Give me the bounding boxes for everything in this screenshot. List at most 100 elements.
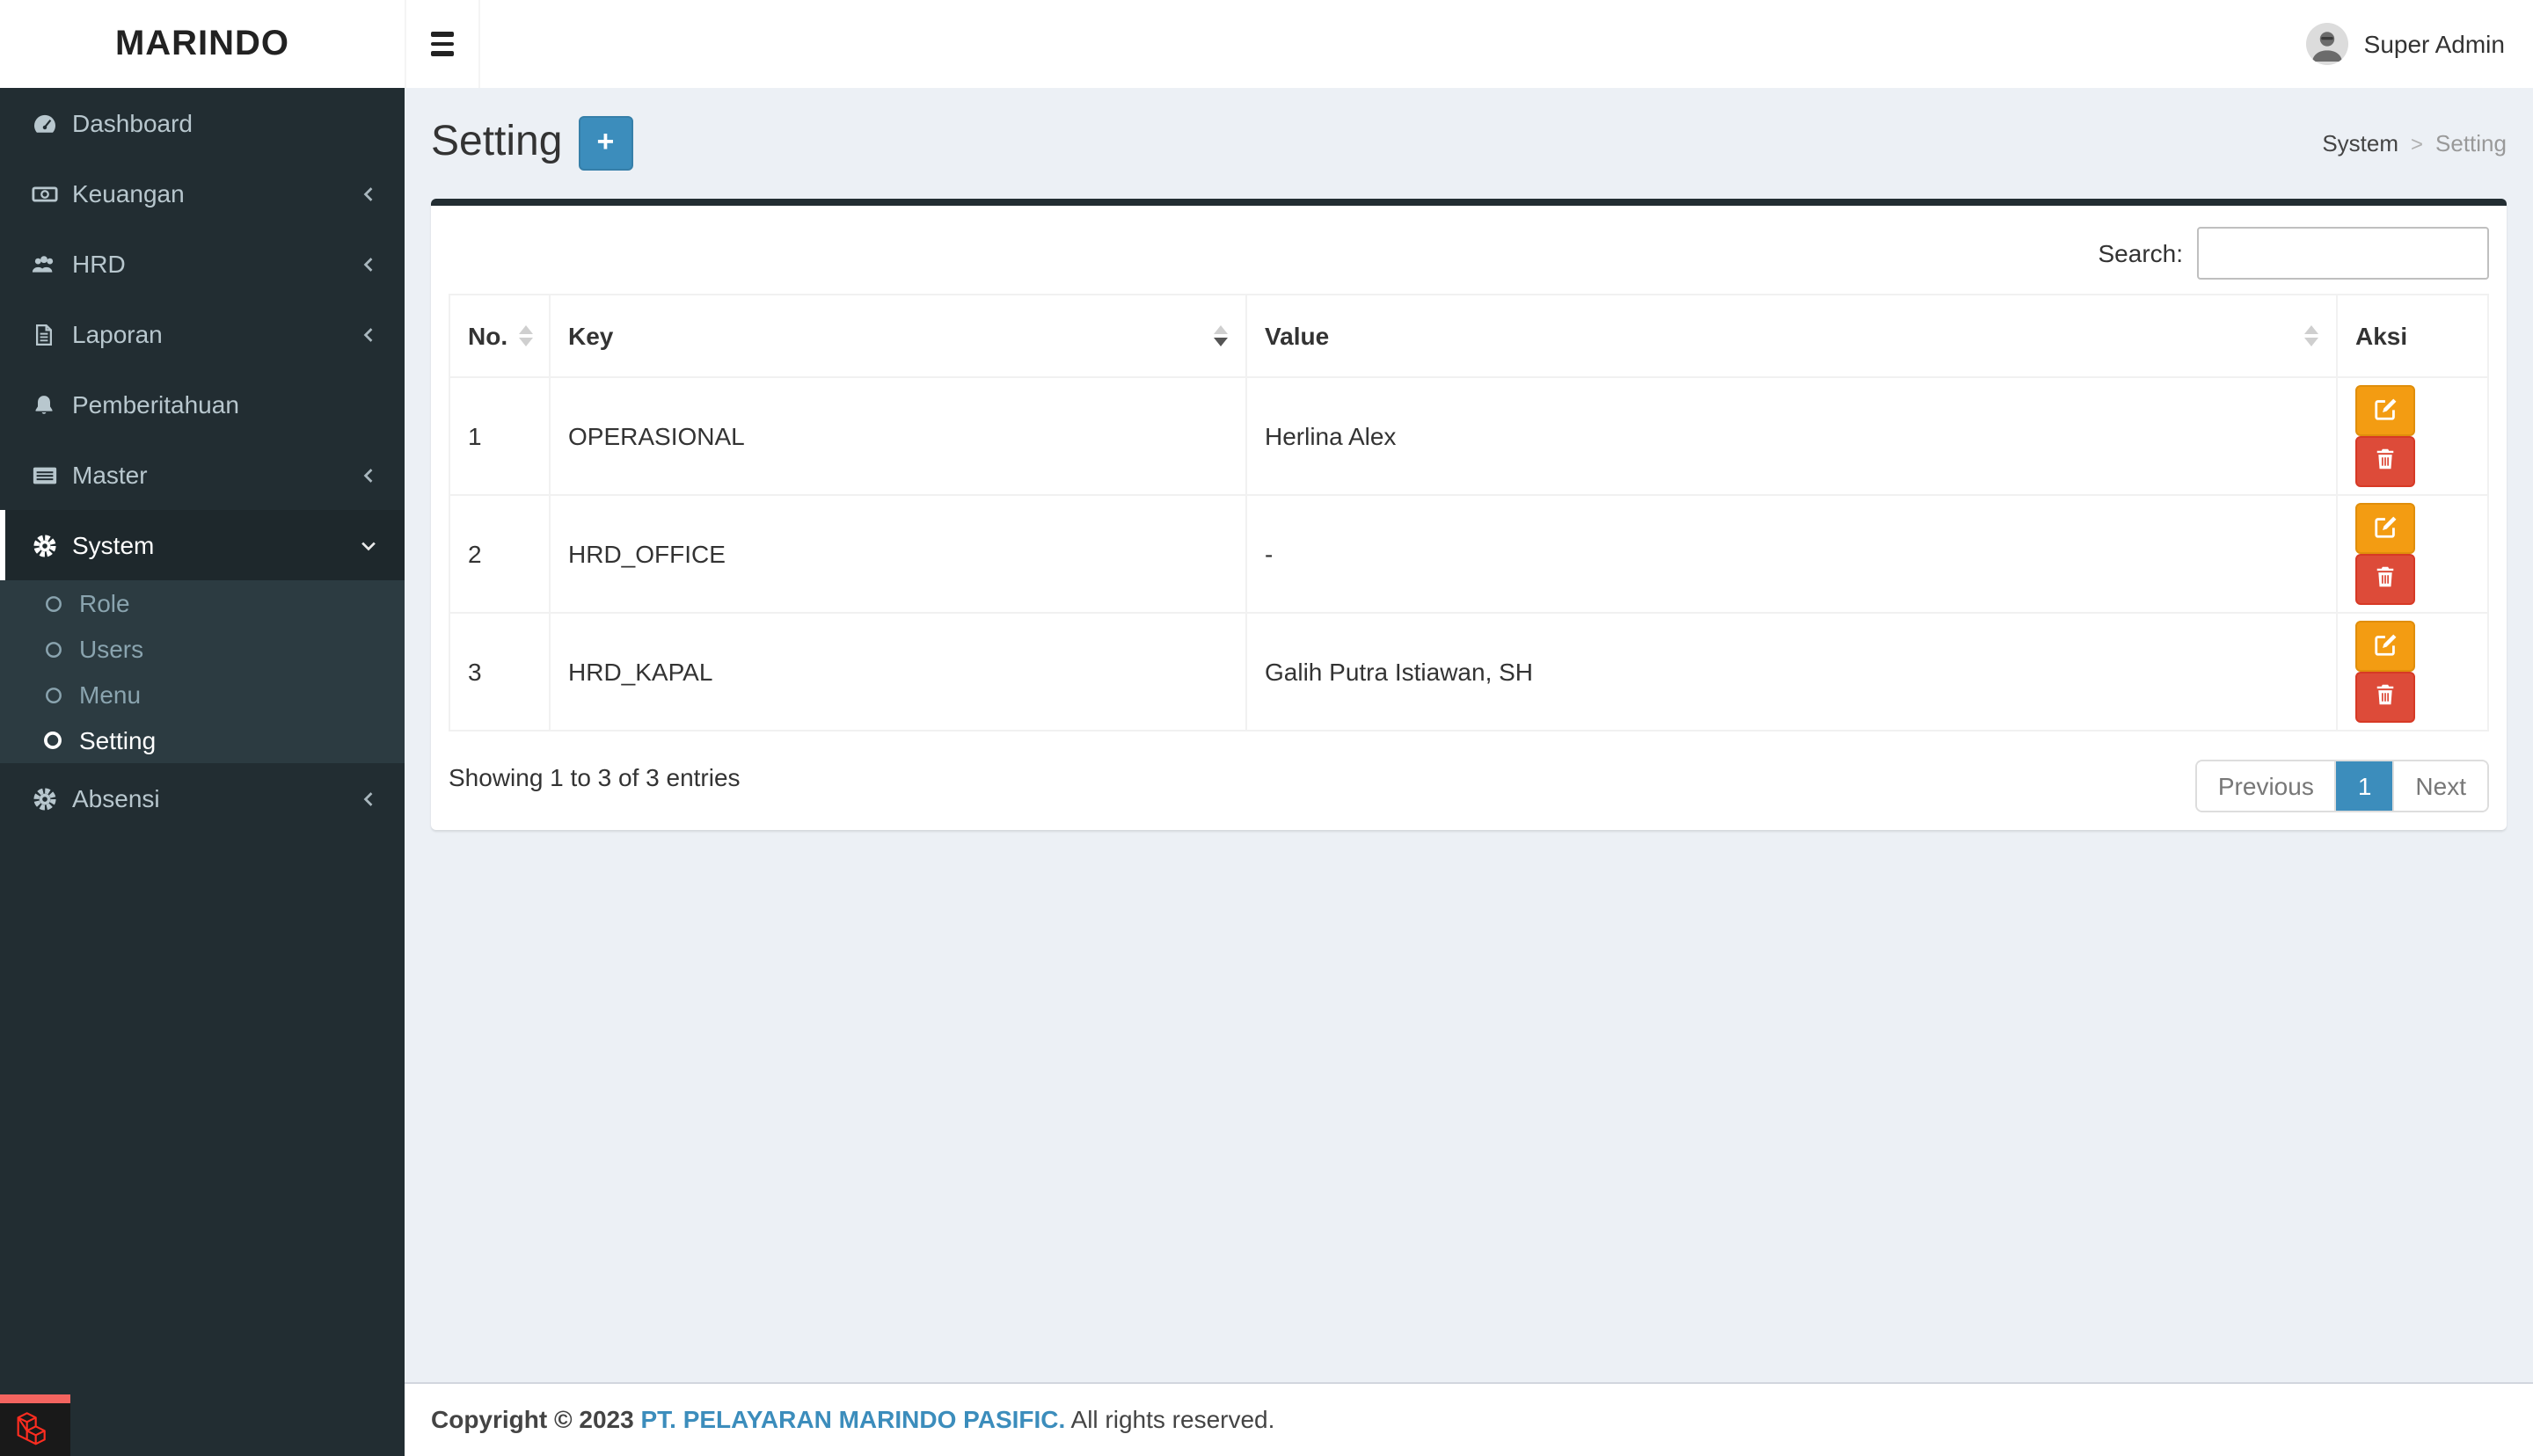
submenu-item-label: Menu [79,681,142,709]
sidebar-item-system[interactable]: System Role Users Menu Setting [0,510,405,763]
gear-icon [26,785,62,812]
chevron-left-icon [359,789,378,808]
footer-company-link[interactable]: PT. PELAYARAN MARINDO PASIFIC. [640,1405,1065,1433]
content-wrapper: Setting + System > Setting Search: No. K… [405,88,2533,1382]
submenu-item-label: Role [79,589,130,617]
cell-actions [2336,612,2489,732]
chevron-left-icon [359,184,378,203]
table-row: 3 HRD_KAPAL Galih Putra Istiawan, SH [449,612,2489,732]
cell-key: HRD_OFFICE [549,494,1247,614]
user-name: Super Admin [2363,30,2505,58]
sort-icons-desc [1203,325,1228,346]
sidebar-item-dashboard[interactable]: Dashboard [0,88,405,158]
column-header-key[interactable]: Key [549,294,1247,378]
submenu-item-label: Users [79,635,144,663]
cell-value: Herlina Alex [1245,376,2338,496]
user-menu[interactable]: Super Admin [2305,0,2505,88]
laravel-logo-icon [12,1409,47,1450]
breadcrumb-current: Setting [2435,130,2507,157]
cell-no: 3 [449,612,551,732]
tachometer-icon [26,110,62,136]
delete-button[interactable] [2355,436,2415,487]
edit-pencil-square-icon [2372,395,2398,426]
pagination-previous[interactable]: Previous [2196,761,2337,811]
main-footer: Copyright © 2023 PT. PELAYARAN MARINDO P… [405,1382,2533,1456]
content-header: Setting + System > Setting [405,88,2533,171]
sidebar-item-master[interactable]: Master [0,440,405,510]
search-label: Search: [2098,239,2184,267]
settings-box: Search: No. Key Value Aksi 1 OPERASIONAL… [431,199,2507,830]
footer-copyright: Copyright © 2023 [431,1405,634,1433]
laravel-debugbar[interactable] [0,1394,70,1456]
add-setting-button[interactable]: + [578,115,633,170]
cell-value: Galih Putra Istiawan, SH [1245,612,2338,732]
trash-icon [2373,682,2398,712]
breadcrumb-system-link[interactable]: System [2322,130,2398,157]
sidebar-item-menu[interactable]: Menu [0,672,405,717]
bell-icon [26,391,62,418]
sidebar-item-label: Pemberitahuan [72,390,239,419]
chevron-left-icon [359,324,378,344]
sidebar-item-setting[interactable]: Setting [0,717,405,763]
pagination-next[interactable]: Next [2392,761,2487,811]
sidebar-item-users[interactable]: Users [0,626,405,672]
delete-button[interactable] [2355,554,2415,605]
delete-button[interactable] [2355,672,2415,723]
settings-table: No. Key Value Aksi 1 OPERASIONAL Herlina… [449,294,2489,732]
sidebar-item-label: Laporan [72,320,163,348]
app-logo-text: MARINDO [114,24,290,62]
system-submenu: Role Users Menu Setting [0,580,405,763]
sidebar-item-keuangan[interactable]: Keuangan [0,158,405,229]
column-header-no[interactable]: No. [449,294,551,378]
footer-rights: All rights reserved. [1070,1405,1275,1433]
sidebar: Dashboard Keuangan HRD Laporan Pemberita… [0,88,405,1456]
pagination: Previous 1 Next [2194,760,2489,812]
top-navbar: Super Admin [405,0,2533,88]
cell-no: 2 [449,494,551,614]
cell-key: OPERASIONAL [549,376,1247,496]
page-title-row: Setting + [431,114,633,171]
cell-no: 1 [449,376,551,496]
table-row: 2 HRD_OFFICE - [449,494,2489,614]
sidebar-item-absensi[interactable]: Absensi [0,763,405,834]
cell-actions [2336,494,2489,614]
sidebar-item-laporan[interactable]: Laporan [0,299,405,369]
debugbar-red-line [0,1394,70,1403]
sort-icons [507,325,533,346]
cell-value: - [1245,494,2338,614]
sidebar-toggle-button[interactable] [405,0,480,88]
money-icon [26,180,62,207]
cell-actions [2336,376,2489,496]
list-icon [26,462,62,488]
plus-icon: + [596,125,615,158]
chevron-down-icon [359,535,378,555]
edit-button[interactable] [2355,385,2415,436]
sidebar-item-label: Master [72,461,148,489]
application-window: MARINDO Super Admin Dashboard Keuangan H… [0,0,2533,1456]
file-text-icon [26,321,62,347]
table-header-row: No. Key Value Aksi [449,294,2489,378]
sidebar-item-role[interactable]: Role [0,580,405,626]
pagination-page-1[interactable]: 1 [2336,761,2393,811]
sidebar-item-label: Keuangan [72,179,185,207]
circle-o-icon [39,639,67,659]
column-header-aksi: Aksi [2336,294,2489,378]
sidebar-item-label: Dashboard [72,109,193,137]
chevron-left-icon [359,465,378,484]
edit-button[interactable] [2355,503,2415,554]
page-title: Setting [431,118,563,165]
gear-icon [26,532,62,558]
circle-o-icon [39,685,67,704]
sidebar-item-pemberitahuan[interactable]: Pemberitahuan [0,369,405,440]
edit-button[interactable] [2355,621,2415,672]
edit-pencil-square-icon [2372,630,2398,662]
app-logo[interactable]: MARINDO [0,0,405,88]
search-input[interactable] [2197,227,2489,280]
edit-pencil-square-icon [2372,513,2398,544]
column-header-value[interactable]: Value [1245,294,2338,378]
sidebar-item-label: Absensi [72,784,160,812]
sort-icons [2294,325,2318,346]
sidebar-item-label: HRD [72,250,126,278]
trash-icon [2373,447,2398,477]
sidebar-item-hrd[interactable]: HRD [0,229,405,299]
